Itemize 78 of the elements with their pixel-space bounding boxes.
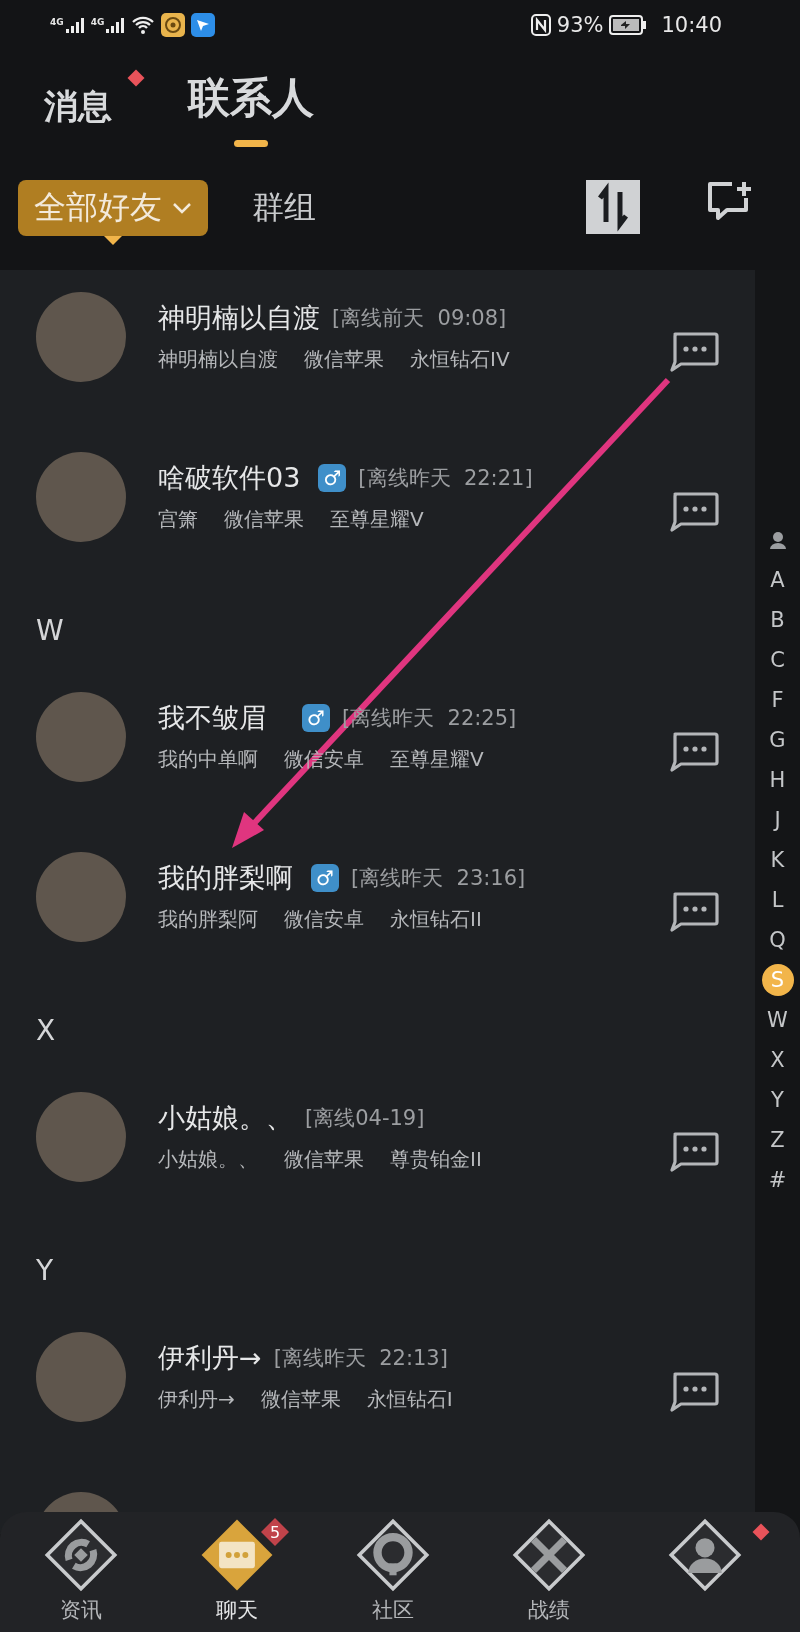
battery-percent: 93% (556, 13, 604, 37)
signal-icon (64, 17, 85, 33)
rank-label: 永恒钻石I (366, 1386, 453, 1413)
platform-label: 微信苹果 (260, 1386, 341, 1413)
index-letter[interactable]: G (761, 720, 794, 760)
gender-badge: ♂ (311, 864, 339, 892)
nav-tab[interactable]: 战绩 (501, 1518, 611, 1632)
contact-name[interactable]: 伊利丹→ (158, 1340, 262, 1376)
unread-badge: 5 (261, 1518, 289, 1546)
rank-label: 尊贵铂金II (390, 1146, 482, 1173)
clock: 10:40 (661, 13, 722, 37)
signal-icon (105, 17, 126, 33)
gender-badge: ♂ (318, 464, 347, 492)
contact-name[interactable]: 啥破软件03 (158, 460, 301, 496)
battery-icon (609, 15, 648, 35)
message-icon[interactable] (669, 1132, 719, 1172)
message-icon[interactable] (669, 892, 719, 932)
nav-tab[interactable]: 聊天 5 (189, 1518, 299, 1632)
message-icon[interactable] (669, 332, 719, 372)
rank-label: 至尊星耀V (390, 746, 484, 773)
tab[interactable]: 消息 (44, 84, 112, 144)
tab-indicator (234, 140, 268, 147)
nav-tab[interactable]: 资讯 (33, 1518, 143, 1632)
section-letter: X (36, 1013, 56, 1047)
tab[interactable]: 联系人 (188, 70, 314, 161)
index-letter[interactable]: F (761, 680, 794, 720)
section-letter: W (36, 613, 64, 647)
sort-icon[interactable] (586, 180, 640, 234)
game-nickname: 宫箫 (158, 506, 198, 533)
contact-name[interactable]: 神明楠以自渡 (158, 300, 320, 336)
index-letter[interactable]: L (761, 880, 794, 920)
online-status: [离线昨天 23:16] (351, 865, 526, 892)
index-letter[interactable]: C (761, 640, 794, 680)
platform-label: 微信苹果 (304, 346, 384, 373)
game-nickname: 我的中单啊 (158, 746, 258, 773)
network-label: 4G (90, 17, 105, 27)
app-icon (161, 13, 186, 37)
game-nickname: 小姑娘。、 (158, 1146, 258, 1173)
online-status: [离线04-19] (305, 1105, 425, 1132)
index-letter[interactable]: Z (761, 1120, 794, 1160)
network-label: 4G (50, 17, 64, 27)
platform-label: 微信安卓 (284, 906, 364, 933)
online-status: [离线昨天 22:21] (358, 465, 533, 492)
platform-label: 微信苹果 (284, 1146, 364, 1173)
person-icon[interactable] (768, 531, 787, 549)
index-letter[interactable]: Y (761, 1080, 794, 1120)
filter-tab[interactable]: 群组 (236, 180, 332, 236)
index-letter[interactable]: B (761, 600, 794, 640)
app-icon (191, 13, 216, 37)
rank-label: 永恒钻石IV (410, 346, 510, 373)
contact-name[interactable]: 小姑娘。、 (158, 1100, 293, 1136)
rank-label: 至尊星耀V (330, 506, 424, 533)
contact-name[interactable]: 我不皱眉 (158, 700, 266, 736)
index-letter[interactable]: K (761, 840, 794, 880)
nfc-icon (530, 14, 551, 36)
rank-label: 永恒钻石II (390, 906, 482, 933)
index-letter[interactable]: J (761, 800, 794, 840)
online-status: [离线前天 09:08] (332, 305, 507, 332)
online-status: [离线昨天 22:13] (273, 1345, 448, 1372)
message-icon[interactable] (669, 1372, 719, 1412)
nav-tab[interactable]: 社区 (345, 1518, 455, 1632)
index-letter[interactable]: # (761, 1160, 794, 1200)
gender-badge: ♂ (302, 704, 330, 732)
section-letter: Y (36, 1253, 54, 1287)
game-nickname: 我的胖梨阿 (158, 906, 258, 933)
message-icon[interactable] (669, 492, 719, 532)
platform-label: 微信苹果 (224, 506, 304, 533)
index-letter[interactable]: H (761, 760, 794, 800)
index-letter[interactable]: W (761, 1000, 794, 1040)
index-letter[interactable]: A (761, 560, 794, 600)
wifi-icon (131, 15, 156, 35)
message-icon[interactable] (669, 732, 719, 772)
index-letter[interactable]: Q (761, 920, 794, 960)
contact-name[interactable]: 我的胖梨啊 (158, 860, 293, 896)
add-chat-icon[interactable] (706, 180, 752, 220)
game-nickname: 神明楠以自渡 (158, 346, 278, 373)
game-nickname: 伊利丹→ (158, 1386, 235, 1413)
index-letter[interactable]: X (761, 1040, 794, 1080)
